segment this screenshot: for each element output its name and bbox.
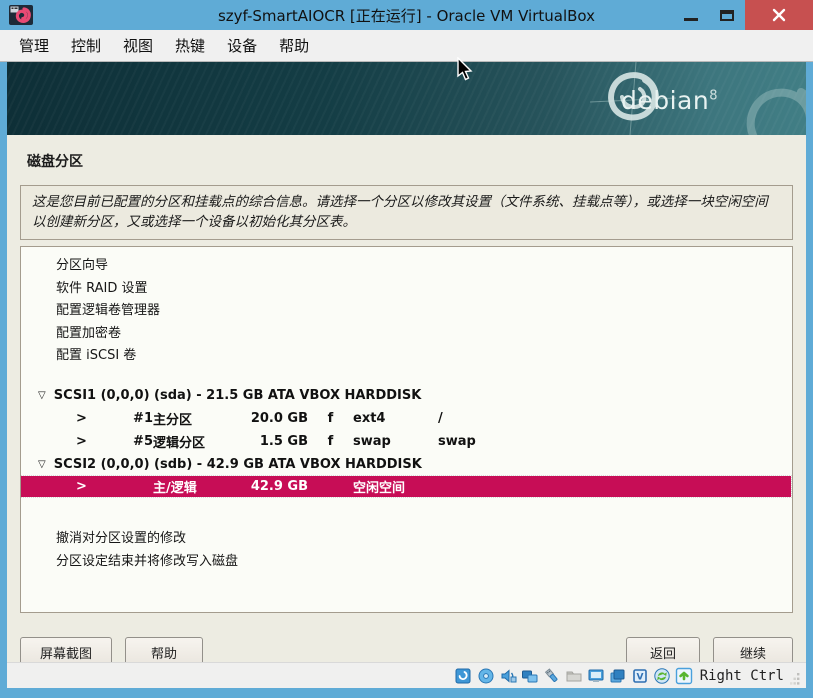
format-flag: f [327,433,334,449]
menu-bar: 管理 控制 视图 热键 设备 帮助 [0,30,813,62]
debian-version: 8 [709,88,718,104]
screenshot-button[interactable]: 屏幕截图 [20,637,112,662]
option-iscsi[interactable]: 配置 iSCSI 卷 [21,345,792,368]
page-title: 磁盘分区 [27,154,83,170]
keyboard-capture-icon[interactable] [674,666,694,686]
partition-list: 分区向导 软件 RAID 设置 配置逻辑卷管理器 配置加密卷 配置 iSCSI … [20,246,793,614]
action-undo-changes[interactable]: 撤消对分区设置的修改 [21,527,792,550]
partition-type: 逻辑分区 [153,435,206,451]
display-icon[interactable] [586,666,606,686]
close-button[interactable] [745,0,813,30]
debian-swirl-faint [726,70,806,135]
row-arrow: > [76,433,87,449]
menu-machine[interactable]: 管理 [10,31,58,60]
free-space-label: 空闲空间 [353,480,406,496]
disk-label: SCSI2 (0,0,0) (sdb) - 42.9 GB ATA VBOX H… [53,456,422,472]
menu-help[interactable]: 帮助 [270,31,318,60]
format-flag: f [327,410,334,426]
collapse-triangle-icon[interactable]: ▽ [38,456,46,473]
filesystem: swap [353,433,391,449]
virtualbox-window: szyf-SmartAIOCR [正在运行] - Oracle VM Virtu… [0,0,813,698]
partition-row-sdb-free-selected[interactable]: > 主/逻辑 42.9 GB 空闲空间 [21,474,792,498]
resize-grip[interactable] [790,670,800,685]
continue-button[interactable]: 继续 [713,637,793,662]
optical-disc-icon[interactable] [476,666,496,686]
vm-frame: debian8 磁盘分区 这是您目前已配置的分区和挂载点的综合信息。请选择一个分… [0,62,813,688]
go-back-button[interactable]: 返回 [626,637,700,662]
features-chip-icon[interactable]: V [630,666,650,686]
vm-screen: debian8 磁盘分区 这是您目前已配置的分区和挂载点的综合信息。请选择一个分… [7,62,806,662]
host-key-label: Right Ctrl [699,667,784,684]
partition-row-sda5[interactable]: > #5 逻辑分区 1.5 GB f swap swap [21,430,792,453]
mouse-integration-icon[interactable] [652,666,672,686]
collapse-triangle-icon[interactable]: ▽ [38,387,46,404]
description-text: 这是您目前已配置的分区和挂载点的综合信息。请选择一个分区以修改其设置（文件系统、… [32,194,768,230]
installer-body: 磁盘分区 这是您目前已配置的分区和挂载点的综合信息。请选择一个分区以修改其设置（… [7,135,806,662]
menu-control[interactable]: 控制 [62,31,110,60]
option-lvm[interactable]: 配置逻辑卷管理器 [21,300,792,323]
disk-header-sda[interactable]: ▽ SCSI1 (0,0,0) (sda) - 21.5 GB ATA VBOX… [21,384,792,407]
filesystem: ext4 [353,410,386,426]
menu-input[interactable]: 热键 [166,31,214,60]
disk-header-sdb[interactable]: ▽ SCSI2 (0,0,0) (sdb) - 42.9 GB ATA VBOX… [21,453,792,476]
row-arrow: > [76,410,87,426]
footer-buttons: 屏幕截图 帮助 返回 继续 [20,637,793,662]
action-finish-partitioning[interactable]: 分区设定结束并将修改写入磁盘 [21,550,792,573]
video-capture-icon[interactable] [608,666,628,686]
maximize-icon [720,9,734,21]
audio-icon[interactable] [498,666,518,686]
menu-devices[interactable]: 设备 [218,31,266,60]
partition-size: 20.0 GB [250,410,308,426]
hard-disk-icon[interactable] [454,666,474,686]
usb-icon[interactable] [542,666,562,686]
partition-number: #5 [133,433,153,449]
option-encrypted-volumes[interactable]: 配置加密卷 [21,323,792,346]
partition-size: 42.9 GB [250,478,308,494]
partition-size: 1.5 GB [259,433,308,449]
menu-view[interactable]: 视图 [114,31,162,60]
maximize-button[interactable] [709,0,745,30]
debian-wordmark: debian8 [620,86,718,115]
mount-point: / [438,410,443,426]
close-icon [772,8,786,22]
mount-point: swap [438,433,476,449]
description-box: 这是您目前已配置的分区和挂载点的综合信息。请选择一个分区以修改其设置（文件系统、… [20,185,793,241]
option-software-raid[interactable]: 软件 RAID 设置 [21,278,792,301]
status-bar: V Right Ctrl [7,662,806,688]
row-arrow: > [76,478,87,494]
partition-row-sda1[interactable]: > #1 主分区 20.0 GB f ext4 / [21,407,792,430]
title-bar: szyf-SmartAIOCR [正在运行] - Oracle VM Virtu… [0,0,813,30]
help-button[interactable]: 帮助 [125,637,203,662]
svg-text:V: V [636,672,643,682]
option-guided-partitioning[interactable]: 分区向导 [21,255,792,278]
partition-type: 主/逻辑 [153,480,197,496]
partition-number: #1 [133,410,153,426]
minimize-button[interactable] [673,0,709,30]
shared-folders-icon[interactable] [564,666,584,686]
network-icon[interactable] [520,666,540,686]
minimize-icon [684,17,698,21]
debian-banner: debian8 [7,62,806,135]
partition-type: 主分区 [153,412,193,428]
disk-label: SCSI1 (0,0,0) (sda) - 21.5 GB ATA VBOX H… [53,387,422,403]
